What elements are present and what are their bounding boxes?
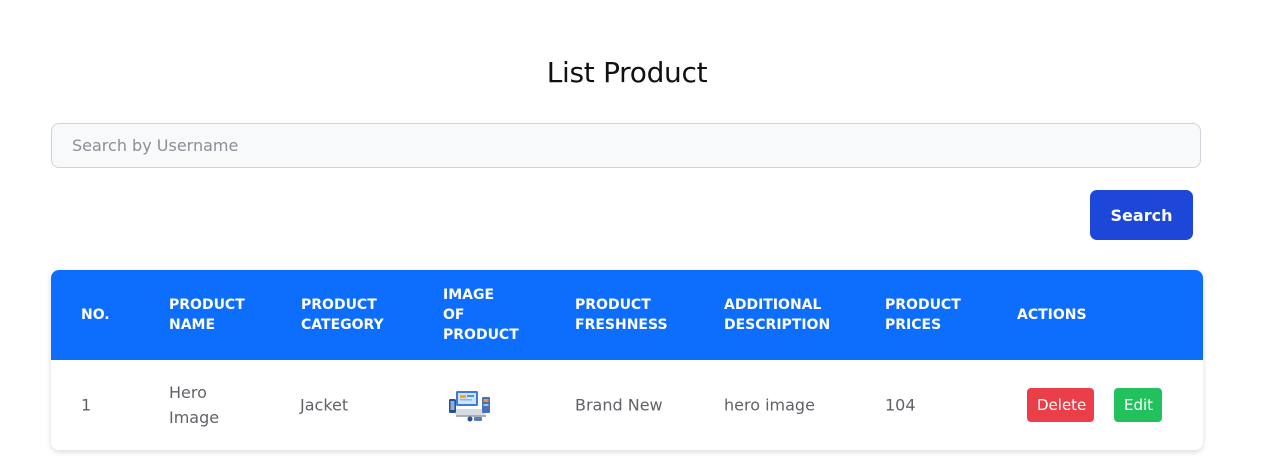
column-header-actions: ACTIONS: [1017, 307, 1087, 323]
column-header-image: IMAGE OF PRODUCT: [443, 287, 519, 343]
search-button[interactable]: Search: [1090, 190, 1193, 240]
column-header-no: NO.: [81, 307, 110, 323]
column-header-product-name: PRODUCT NAME: [169, 297, 245, 333]
cell-product-freshness: Brand New: [575, 395, 663, 415]
cell-additional-description: hero image: [724, 395, 815, 415]
column-header-freshness: PRODUCT FRESHNESS: [575, 297, 668, 333]
column-header-product-category: PRODUCT CATEGORY: [301, 297, 384, 333]
product-table: NO. PRODUCT NAME PRODUCT CATEGORY IMAGE …: [51, 270, 1203, 450]
column-header-prices: PRODUCT PRICES: [885, 297, 961, 333]
search-input[interactable]: [51, 123, 1201, 168]
table-header: NO. PRODUCT NAME PRODUCT CATEGORY IMAGE …: [51, 270, 1203, 360]
cell-product-name: Hero Image: [169, 383, 220, 427]
cell-product-price: 104: [885, 395, 916, 415]
cell-product-category: Jacket: [300, 395, 349, 415]
delete-button[interactable]: Delete: [1027, 388, 1094, 422]
cell-no: 1: [81, 395, 92, 415]
column-header-description: ADDITIONAL DESCRIPTION: [724, 297, 831, 333]
page-title: List Product: [546, 56, 708, 89]
hero-illustration-icon: [449, 391, 490, 422]
table-row: 1 Hero Image Jacket Brand New hero image…: [51, 360, 1203, 450]
edit-button[interactable]: Edit: [1114, 388, 1162, 422]
